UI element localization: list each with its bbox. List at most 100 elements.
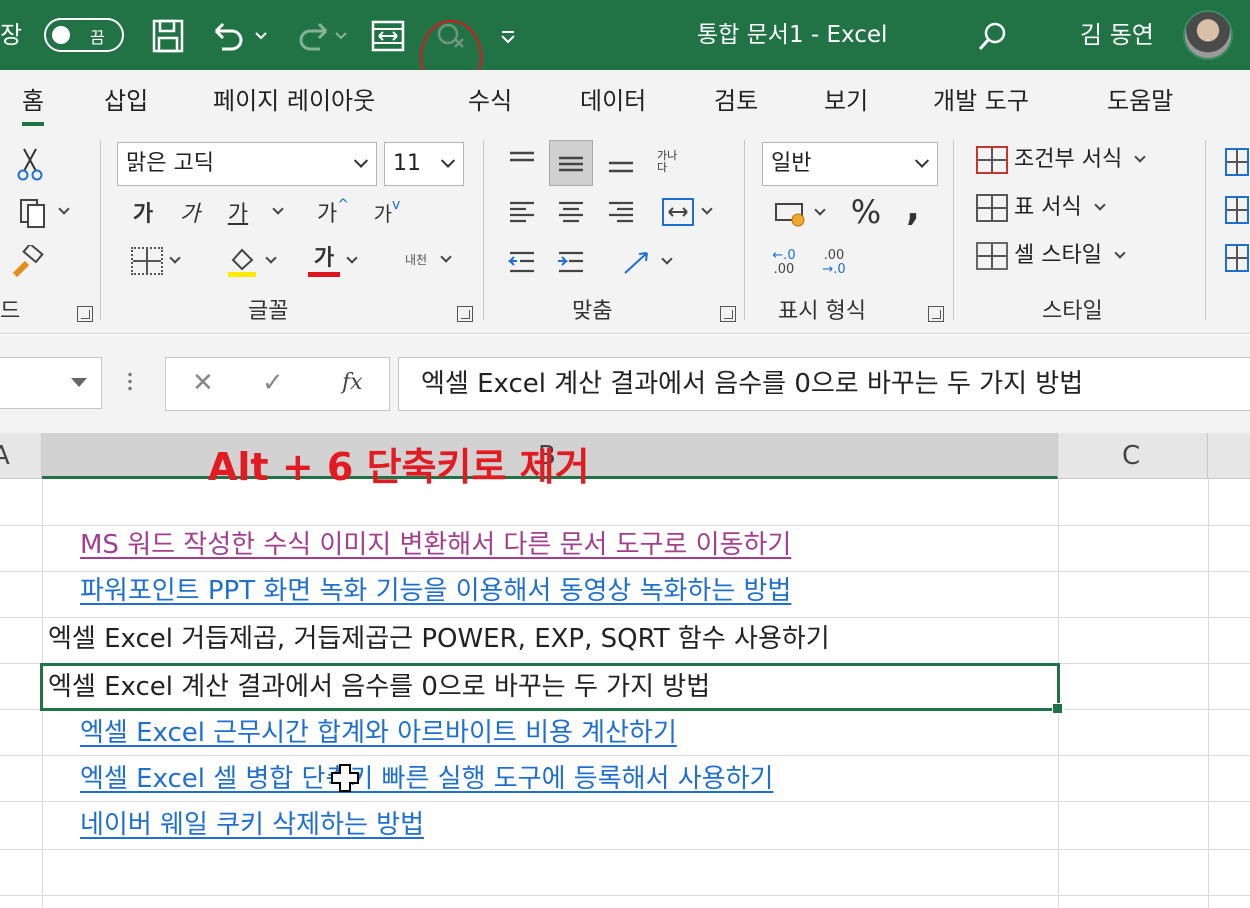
column-header-a[interactable]: A: [0, 433, 42, 479]
merge-icon: [662, 198, 694, 226]
font-size-value: 11: [393, 151, 421, 176]
enter-icon[interactable]: ✓: [262, 368, 284, 398]
italic-button[interactable]: 가: [172, 194, 208, 230]
phonetic-button[interactable]: 내천: [388, 238, 460, 282]
tab-help[interactable]: 도움말: [1107, 86, 1173, 116]
formula-input[interactable]: 엑셀 Excel 계산 결과에서 음수를 0으로 바꾸는 두 가지 방법: [398, 357, 1250, 411]
delete-cells-icon[interactable]: [1224, 194, 1250, 226]
increase-indent-icon[interactable]: [554, 242, 588, 282]
number-format-value: 일반: [771, 151, 812, 176]
alignment-group-label: 맞춤: [572, 299, 613, 324]
comma-button[interactable]: ,: [898, 188, 928, 229]
accounting-format-button[interactable]: [764, 194, 834, 232]
hyperlink-cell[interactable]: MS 워드 작성한 수식 이미지 변환해서 다른 문서 도구로 이동하기: [80, 529, 791, 561]
decrease-decimal-button[interactable]: .00 →.0: [814, 242, 854, 284]
grow-font-button[interactable]: 가 ^: [310, 194, 356, 230]
merge-center-icon[interactable]: [370, 18, 406, 54]
formula-buttons: ✕ ✓ fx: [165, 357, 390, 411]
underline-button[interactable]: 가: [220, 194, 256, 230]
save-icon[interactable]: [150, 18, 186, 54]
font-name-dropdown[interactable]: 맑은 고딕: [117, 142, 377, 186]
orientation-icon: [624, 252, 648, 274]
percent-button[interactable]: %: [846, 192, 886, 232]
drag-handle-icon[interactable]: [128, 371, 132, 393]
alignment-launcher-icon[interactable]: [720, 306, 736, 322]
tab-formulas[interactable]: 수식: [468, 86, 512, 116]
insert-function-icon[interactable]: fx: [342, 368, 363, 398]
number-format-dropdown[interactable]: 일반: [762, 142, 938, 186]
format-cells-icon[interactable]: [1224, 242, 1250, 274]
hyperlink-cell[interactable]: 네이버 웨일 쿠키 삭제하는 방법: [80, 809, 424, 841]
cut-icon[interactable]: [12, 144, 48, 184]
align-right-icon[interactable]: [604, 192, 638, 232]
align-top-icon[interactable]: [505, 142, 539, 182]
cell-styles-label: 셀 스타일: [1014, 243, 1102, 268]
redo-icon[interactable]: [292, 18, 352, 54]
wrap-text-button[interactable]: 가나다: [648, 140, 692, 184]
column-header-d[interactable]: [1208, 433, 1250, 479]
format-as-table-label: 표 서식: [1014, 195, 1082, 220]
clipboard-launcher-icon[interactable]: [77, 306, 93, 322]
toggle-label: 끔: [90, 28, 105, 47]
increase-decimal-button[interactable]: ←.0.00: [764, 242, 804, 284]
underline-dropdown[interactable]: [262, 194, 286, 230]
bold-button[interactable]: 가: [125, 194, 161, 230]
ribbon: 드 맑은 고딕 11 가 가 가 가 ^ 가v 가 내천 글꼴 가나다 맞춤 일…: [0, 130, 1250, 334]
customize-qat-icon[interactable]: [496, 18, 520, 54]
chevron-down-icon: [440, 153, 456, 168]
tab-developer[interactable]: 개발 도구: [933, 86, 1029, 116]
grow-font-label: 가: [317, 202, 338, 227]
align-center-icon[interactable]: [554, 192, 588, 232]
number-launcher-icon[interactable]: [928, 306, 944, 322]
tab-home[interactable]: 홈: [22, 86, 45, 126]
title-bar: 장 끔 통합 문서1 - Excel 김 동연: [0, 0, 1250, 95]
borders-icon: [131, 247, 163, 275]
cell-styles-button[interactable]: 셀 스타일: [976, 242, 1126, 270]
undo-icon[interactable]: [208, 18, 268, 54]
styles-group-label: 스타일: [1042, 299, 1103, 324]
font-launcher-icon[interactable]: [457, 306, 473, 322]
hyperlink-cell[interactable]: 엑셀 Excel 근무시간 합계와 아르바이트 비용 계산하기: [80, 717, 677, 749]
copy-icon[interactable]: [10, 192, 76, 232]
autosave-toggle[interactable]: 끔: [44, 18, 124, 52]
column-header-c[interactable]: C: [1058, 433, 1208, 479]
chevron-down-icon: [353, 153, 369, 168]
orientation-button[interactable]: [612, 242, 680, 282]
increase-decimal-icon: ←.0: [772, 248, 796, 263]
format-as-table-button[interactable]: 표 서식: [976, 194, 1106, 222]
separator: [100, 140, 101, 320]
decrease-indent-icon[interactable]: [505, 242, 539, 282]
separator: [744, 140, 745, 320]
search-icon[interactable]: [975, 18, 1011, 54]
name-box[interactable]: [0, 357, 102, 409]
font-color-button[interactable]: 가: [296, 242, 368, 280]
align-bottom-icon[interactable]: [604, 142, 638, 182]
conditional-format-button[interactable]: 조건부 서식: [976, 146, 1146, 174]
hyperlink-cell[interactable]: 엑셀 Excel 셀 병합 단축키 빠른 실행 도구에 등록해서 사용하기: [80, 763, 773, 795]
align-left-icon[interactable]: [505, 192, 539, 232]
accounting-icon: [775, 203, 805, 227]
text-cell[interactable]: 엑셀 Excel 거듭제곱, 거듭제곱근 POWER, EXP, SQRT 함수…: [48, 623, 830, 655]
tab-data[interactable]: 데이터: [580, 86, 646, 116]
tab-review[interactable]: 검토: [714, 86, 758, 116]
tab-view[interactable]: 보기: [824, 86, 868, 116]
font-size-dropdown[interactable]: 11: [384, 142, 464, 186]
insert-cells-icon[interactable]: [1224, 146, 1250, 178]
tab-page-layout[interactable]: 페이지 레이아웃: [213, 86, 375, 116]
fill-color-button[interactable]: [214, 242, 286, 280]
user-avatar[interactable]: [1183, 10, 1233, 60]
merge-center-button[interactable]: [652, 192, 720, 232]
shrink-font-button[interactable]: 가v: [364, 194, 410, 230]
fill-color-icon: [228, 248, 256, 277]
ribbon-tabs: 홈 삽입 페이지 레이아웃 수식 데이터 검토 보기 개발 도구 도움말: [0, 70, 1250, 130]
column-c-label: C: [1122, 441, 1141, 471]
hyperlink-cell[interactable]: 파워포인트 PPT 화면 녹화 기능을 이용해서 동영상 녹화하는 방법: [80, 575, 791, 607]
align-middle-icon[interactable]: [549, 140, 593, 186]
tab-insert[interactable]: 삽입: [104, 86, 148, 116]
document-title: 통합 문서1 - Excel: [697, 22, 888, 48]
active-cell-selection[interactable]: [40, 663, 1063, 714]
cancel-icon[interactable]: ✕: [192, 368, 214, 398]
separator: [483, 140, 484, 320]
format-painter-icon[interactable]: [10, 242, 46, 282]
borders-button[interactable]: [120, 242, 190, 280]
